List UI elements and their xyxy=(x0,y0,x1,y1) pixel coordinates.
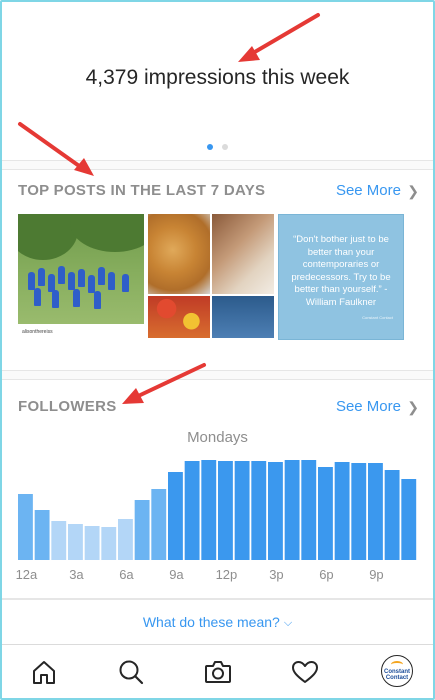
chevron-right-icon[interactable]: ❯ xyxy=(407,399,419,416)
bar-2p[interactable] xyxy=(251,461,267,560)
bar-10a[interactable] xyxy=(184,461,200,560)
food-photo-croissants xyxy=(148,214,210,294)
quote-signature: Constant Contact xyxy=(362,315,393,320)
bar-11a[interactable] xyxy=(201,460,217,560)
bar-2a[interactable] xyxy=(51,521,67,560)
section-divider xyxy=(2,370,433,380)
food-photo-bread xyxy=(212,214,274,294)
quote-text: “Don't bother just to be better than you… xyxy=(291,234,391,308)
camera-icon[interactable] xyxy=(203,657,233,687)
chevron-right-icon[interactable]: ❯ xyxy=(407,183,419,200)
bar-9a[interactable] xyxy=(168,472,183,560)
x-tick-label-6p: 6p xyxy=(319,567,333,582)
x-tick-label-6a: 6a xyxy=(119,567,134,582)
bar-11p[interactable] xyxy=(401,479,417,560)
annotation-arrow-followers xyxy=(122,363,206,404)
what-do-these-mean-link[interactable]: What do these mean? ⌵ xyxy=(0,614,435,630)
x-tick-label-12p: 12p xyxy=(216,567,238,582)
bar-6a[interactable] xyxy=(118,519,133,560)
bar-8p[interactable] xyxy=(351,463,367,560)
top-posts-see-more-link[interactable]: See More xyxy=(336,182,401,199)
avatar-brand-line-2: Contact xyxy=(385,675,409,681)
x-tick-label-9a: 9a xyxy=(169,567,184,582)
screen-frame xyxy=(0,0,435,700)
bottom-navigation: Constant Contact xyxy=(2,644,433,698)
bar-12p[interactable] xyxy=(218,461,233,560)
bar-3a[interactable] xyxy=(68,524,83,560)
top-posts-title: TOP POSTS IN THE LAST 7 DAYS xyxy=(18,182,266,199)
page-dot-1[interactable] xyxy=(207,144,213,150)
annotation-arrow-impressions xyxy=(238,13,320,62)
bar-6p[interactable] xyxy=(318,467,333,560)
x-tick-label-9p: 9p xyxy=(369,567,383,582)
followers-title: FOLLOWERS xyxy=(18,398,117,415)
bar-3p[interactable] xyxy=(268,462,283,560)
page-dot-2[interactable] xyxy=(222,144,228,150)
home-icon[interactable] xyxy=(29,657,59,687)
bar-4a[interactable] xyxy=(84,526,100,560)
followers-see-more-link[interactable]: See More xyxy=(336,398,401,415)
bar-10p[interactable] xyxy=(384,470,400,560)
bar-1p[interactable] xyxy=(234,461,250,560)
x-tick-label-3a: 3a xyxy=(69,567,84,582)
x-tick-label-3p: 3p xyxy=(269,567,283,582)
bar-4p[interactable] xyxy=(284,460,300,560)
bar-12a[interactable] xyxy=(18,494,33,560)
followers-bar-chart[interactable]: 12a 3a 6a 9a 12p 3p 6p 9p xyxy=(0,448,435,588)
food-photo-drinks xyxy=(212,296,274,338)
annotation-arrow-top-posts xyxy=(18,122,94,176)
top-post-group-photo[interactable]: alisonthereiss xyxy=(18,214,144,340)
bar-8a[interactable] xyxy=(151,489,167,560)
top-post-food-collage[interactable] xyxy=(148,214,274,340)
profile-avatar[interactable]: Constant Contact xyxy=(381,655,413,687)
bar-7p[interactable] xyxy=(334,462,350,560)
chevron-down-icon[interactable]: ⌵ xyxy=(284,617,292,630)
top-post-quote[interactable]: “Don't bother just to be better than you… xyxy=(278,214,404,340)
chart-day-label: Mondays xyxy=(187,429,248,446)
food-photo-snacks xyxy=(148,296,210,338)
search-icon[interactable] xyxy=(116,657,146,687)
help-link-label[interactable]: What do these mean? xyxy=(143,614,280,630)
bar-5p[interactable] xyxy=(301,460,317,560)
bar-7a[interactable] xyxy=(134,500,150,560)
section-divider xyxy=(2,598,433,600)
bar-9p[interactable] xyxy=(368,463,383,560)
constant-contact-logo-icon xyxy=(391,661,403,668)
heart-icon[interactable] xyxy=(290,657,320,687)
bar-5a[interactable] xyxy=(101,527,117,560)
bar-1a[interactable] xyxy=(34,510,50,560)
impressions-summary: 4,379 impressions this week xyxy=(85,66,350,89)
post-caption: alisonthereiss xyxy=(18,324,144,340)
x-tick-label-12a: 12a xyxy=(16,567,38,582)
top-posts-grid: alisonthereiss “Don't bother just to be … xyxy=(18,214,404,340)
